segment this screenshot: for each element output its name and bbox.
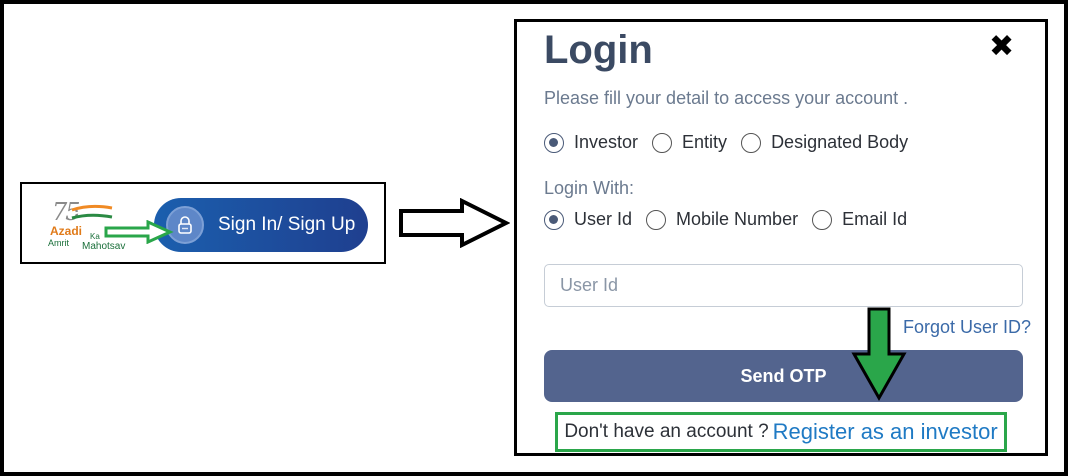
green-right-arrow-icon	[104, 220, 174, 244]
radio-investor[interactable]: Investor	[544, 132, 638, 153]
radio-button[interactable]	[544, 132, 564, 153]
login-subtitle: Please fill your detail to access your a…	[544, 88, 909, 108]
logo-ka-text: Ka	[90, 232, 100, 241]
radio-email-id[interactable]: Email Id	[812, 209, 907, 230]
radio-label-investor: Investor	[574, 132, 639, 152]
logo-amrit-text: Amrit	[48, 238, 69, 248]
radio-label-user-id: User Id	[574, 209, 633, 229]
radio-user-id[interactable]: User Id	[544, 209, 632, 230]
radio-label-designated-body: Designated Body	[771, 132, 909, 152]
send-otp-button[interactable]: Send OTP	[544, 350, 1023, 402]
radio-button[interactable]	[646, 209, 667, 230]
register-investor-link[interactable]: Register as an investor	[773, 419, 998, 445]
logo-azadi-text: Azadi	[50, 224, 83, 238]
account-type-group: Investor Entity Designated Body	[544, 132, 922, 153]
signin-label: Sign In/ Sign Up	[218, 214, 356, 235]
radio-designated-body[interactable]: Designated Body	[741, 132, 908, 153]
forgot-userid-link[interactable]: Forgot User ID?	[903, 317, 1031, 338]
radio-button[interactable]	[741, 132, 762, 153]
login-with-label: Login With:	[544, 178, 635, 198]
radio-button[interactable]	[652, 132, 673, 153]
login-modal: Login ✖ Please fill your detail to acces…	[514, 19, 1048, 456]
radio-label-email-id: Email Id	[842, 209, 908, 229]
radio-button[interactable]	[544, 209, 564, 230]
radio-button[interactable]	[812, 209, 833, 230]
radio-label-entity: Entity	[682, 132, 728, 152]
header-snippet: 75 Azadi Ka Amrit Mahotsav Sign In/ Sign…	[20, 182, 386, 264]
register-highlight-box: Don't have an account ? Register as an i…	[555, 412, 1007, 452]
no-account-text: Don't have an account ?	[564, 421, 769, 442]
green-down-arrow-icon	[851, 307, 907, 402]
close-icon[interactable]: ✖	[989, 32, 1014, 62]
signin-signup-button[interactable]: Sign In/ Sign Up	[154, 198, 368, 252]
big-right-arrow-icon	[399, 198, 510, 248]
radio-label-mobile-number: Mobile Number	[676, 209, 799, 229]
userid-input[interactable]	[544, 264, 1023, 307]
login-method-group: User Id Mobile Number Email Id	[544, 209, 921, 230]
radio-mobile-number[interactable]: Mobile Number	[646, 209, 798, 230]
login-title: Login	[544, 28, 653, 72]
radio-entity[interactable]: Entity	[652, 132, 727, 153]
